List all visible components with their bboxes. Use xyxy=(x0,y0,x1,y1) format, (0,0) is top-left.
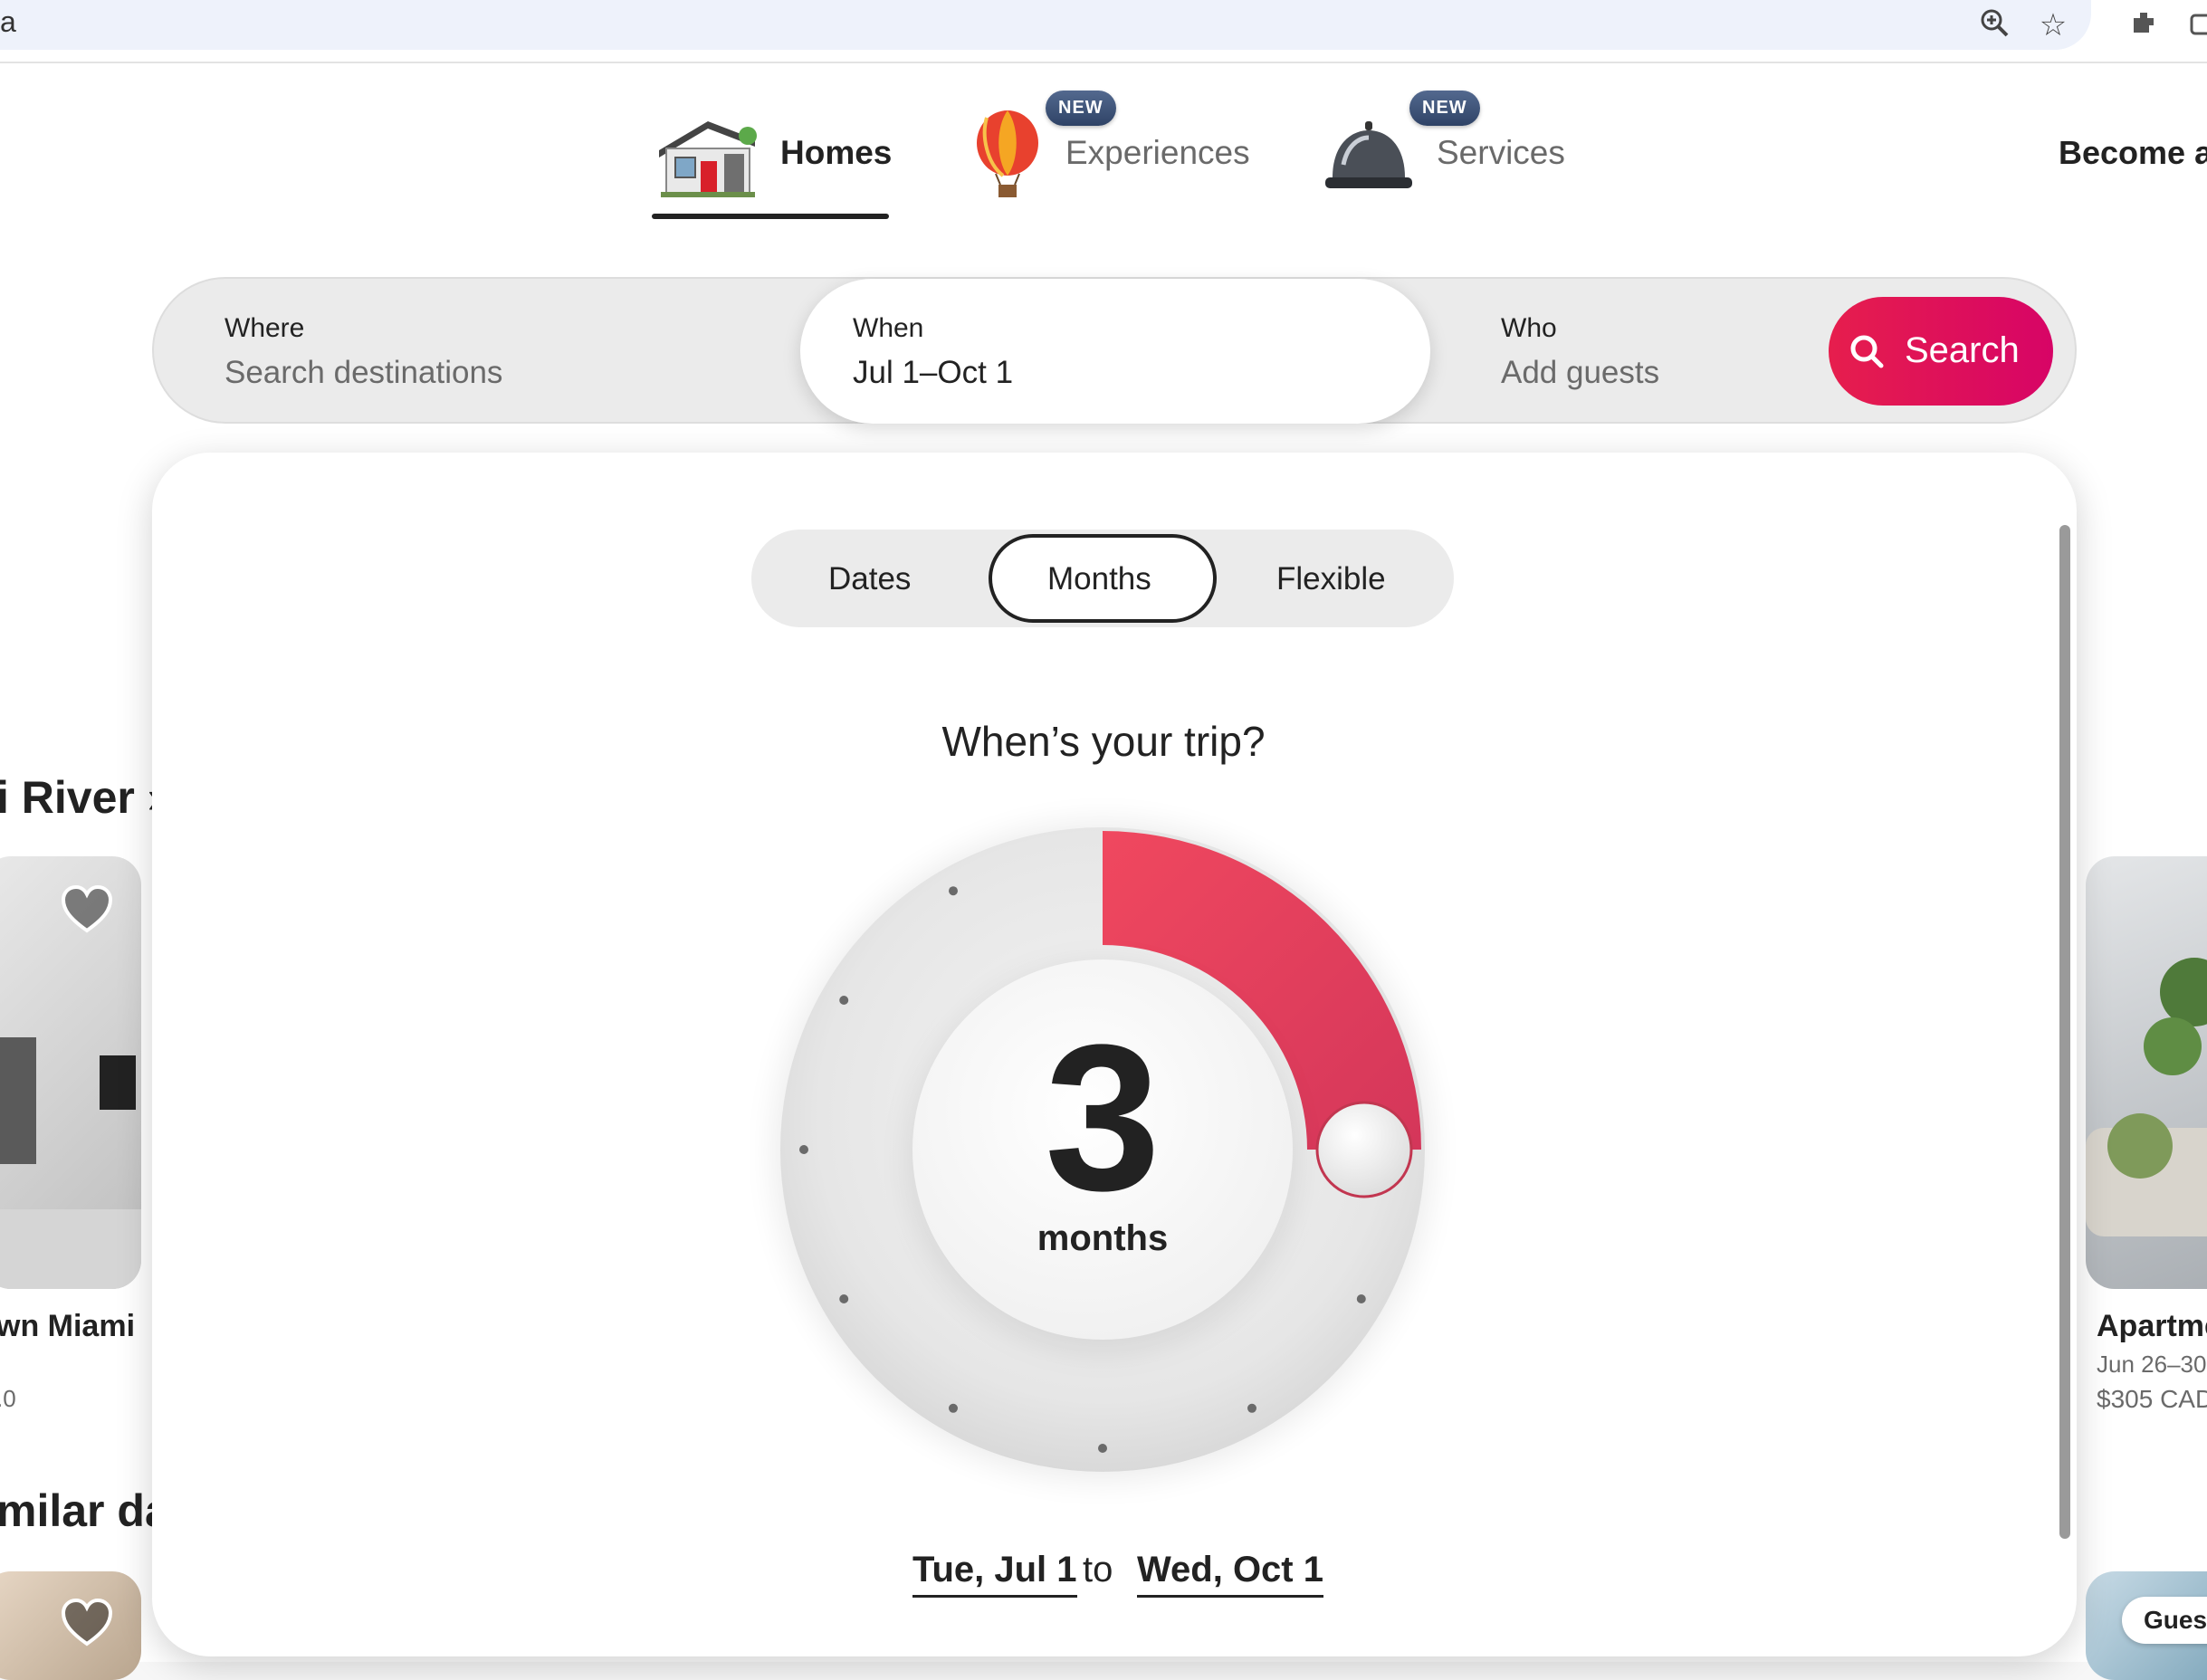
favorite-heart-icon[interactable] xyxy=(60,883,114,938)
search-icon xyxy=(1850,335,1884,368)
start-date[interactable]: Tue, Jul 1 xyxy=(912,1550,1077,1598)
listing-dates: Jun 26–30 xyxy=(2097,1351,2207,1378)
camera-icon[interactable] xyxy=(2186,7,2207,43)
new-badge: NEW xyxy=(1046,91,1116,126)
where-placeholder: Search destinations xyxy=(225,355,503,390)
trip-question: When’s your trip? xyxy=(941,718,1266,765)
month-dot xyxy=(839,996,849,1005)
when-value: Jul 1–Oct 1 xyxy=(853,355,1014,390)
month-dot xyxy=(1356,1294,1366,1303)
nav-experiences-tab[interactable]: Experiences xyxy=(1065,134,1250,172)
month-dot xyxy=(1098,1444,1107,1453)
section-heading[interactable]: i River › xyxy=(0,771,162,824)
panel-scrollbar[interactable] xyxy=(2059,525,2070,1539)
listing-rating: .0 xyxy=(0,1385,16,1412)
become-host-link[interactable]: Become a xyxy=(2059,134,2207,172)
month-dot xyxy=(839,1294,849,1303)
browser-toolbar: a ☆ xyxy=(0,0,2207,63)
date-connector: to xyxy=(1083,1550,1113,1589)
address-text: a xyxy=(0,5,16,38)
favorite-heart-icon[interactable] xyxy=(60,1597,114,1651)
tab-flexible[interactable]: Flexible xyxy=(1276,561,1386,597)
tab-dates[interactable]: Dates xyxy=(828,561,911,597)
month-dot xyxy=(799,1145,808,1154)
new-badge: NEW xyxy=(1409,91,1480,126)
who-field[interactable]: Who Add guests xyxy=(1501,313,1659,391)
guest-favorite-badge: Guest xyxy=(2122,1597,2207,1644)
when-label: When xyxy=(853,313,924,343)
start-date-link[interactable]: Tue, Jul 1 xyxy=(912,1550,1077,1598)
month-dot xyxy=(949,886,958,896)
listing-price: $305 CAD xyxy=(2097,1385,2207,1413)
nav-homes-tab[interactable]: Homes xyxy=(780,134,892,172)
nav-services-tab[interactable]: Services xyxy=(1437,134,1565,172)
end-date[interactable]: Wed, Oct 1 xyxy=(1137,1550,1323,1598)
listing-title: Apartme xyxy=(2097,1309,2207,1343)
who-placeholder: Add guests xyxy=(1501,355,1660,390)
tab-months[interactable]: Months xyxy=(1047,561,1151,597)
extension-icon[interactable] xyxy=(2126,7,2162,43)
who-label: Who xyxy=(1501,313,1557,343)
house-icon xyxy=(654,109,760,199)
section-heading-2[interactable]: milar da xyxy=(0,1484,170,1537)
hot-air-balloon-icon xyxy=(969,109,1046,199)
listing-title: wn Miami xyxy=(0,1309,136,1343)
star-icon[interactable]: ☆ xyxy=(2035,7,2071,43)
search-button[interactable]: Search xyxy=(1829,297,2053,406)
zoom-icon[interactable] xyxy=(1976,7,2012,43)
address-bar[interactable] xyxy=(0,0,2091,50)
where-field[interactable]: Where Search destinations xyxy=(225,313,502,391)
search-button-label: Search xyxy=(1905,330,2020,370)
months-count: 3 xyxy=(1045,1001,1161,1234)
active-tab-underline xyxy=(652,214,889,219)
dial-knob[interactable] xyxy=(1315,1101,1413,1198)
month-dot xyxy=(949,1403,958,1413)
service-bell-icon xyxy=(1323,118,1414,194)
when-field-content: When Jul 1–Oct 1 xyxy=(853,313,1013,391)
month-dot xyxy=(1247,1403,1256,1413)
end-date-link[interactable]: Wed, Oct 1 xyxy=(1137,1550,1323,1598)
listing-card-image[interactable] xyxy=(2086,856,2207,1289)
months-unit-label: months xyxy=(1037,1218,1169,1258)
where-label: Where xyxy=(225,313,305,343)
